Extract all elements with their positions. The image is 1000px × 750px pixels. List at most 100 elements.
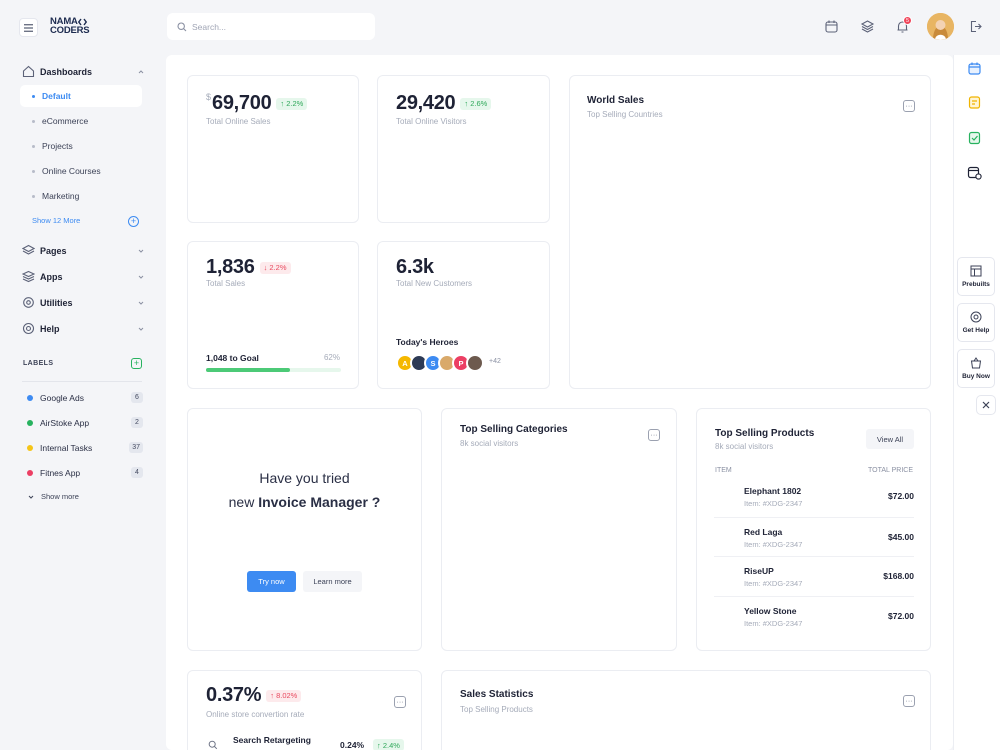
try-now-button[interactable]: Try now <box>247 571 296 592</box>
plus-icon: + <box>133 358 140 368</box>
sidebar-item-label: Help <box>40 324 60 334</box>
get-help-label: Get Help <box>962 327 990 334</box>
sidebar-item-utilities[interactable]: Utilities <box>22 294 146 312</box>
promo-line2-bold: Invoice Manager ? <box>258 494 381 510</box>
conversion-card: 0.37% ↑ 8.02% Online store convertion ra… <box>187 670 422 750</box>
currency-symbol: $ <box>206 92 212 102</box>
search-box[interactable] <box>167 13 375 40</box>
card-subtitle: 8k social visitors <box>460 439 519 448</box>
product-name: Yellow Stone <box>744 606 797 616</box>
view-all-button[interactable]: View All <box>866 429 914 449</box>
stat-card-total-sales: 1,836 ↓ 2.2% Total Sales 1,048 to Goal 6… <box>187 241 359 389</box>
delta-badge: ↑ 2.6% <box>460 97 492 110</box>
avatar[interactable] <box>927 13 954 40</box>
calendar-clock-icon[interactable] <box>967 165 982 180</box>
calendar-icon[interactable] <box>967 61 982 76</box>
learn-more-button[interactable]: Learn more <box>303 571 362 592</box>
sidebar-item-dashboards[interactable]: Dashboards <box>22 63 146 81</box>
user-avatar-icon <box>927 13 954 40</box>
show-more-link[interactable]: Show 12 More <box>32 216 80 225</box>
product-name: Red Laga <box>744 527 783 537</box>
stat-label: Total Online Visitors <box>396 117 467 126</box>
add-dashboard-button[interactable]: + <box>128 216 139 227</box>
menu-icon <box>24 23 33 32</box>
hero-avatar[interactable] <box>466 354 484 372</box>
more-options-button[interactable]: ··· <box>648 429 660 441</box>
product-name: RiseUP <box>744 566 774 576</box>
sidebar-item-marketing[interactable]: Marketing <box>20 185 142 207</box>
stat-label: Total Sales <box>206 279 246 288</box>
clipboard-check-icon[interactable] <box>967 130 982 145</box>
promo-card: Have you tried new Invoice Manager ? <box>187 408 422 651</box>
delta-badge: ↑ 2.2% <box>276 97 308 110</box>
logout-icon[interactable] <box>968 19 983 34</box>
stat-value: 0.37% <box>206 684 262 706</box>
table-row[interactable]: Yellow Stone Item: #XDG-2347 $72.00 <box>714 596 914 636</box>
label-color-dot <box>27 420 33 426</box>
gear-icon <box>23 297 34 308</box>
card-subtitle: Top Selling Products <box>460 705 533 714</box>
delta-badge: ↑ 2.4% <box>373 739 404 750</box>
sidebar-item-projects[interactable]: Projects <box>20 135 142 157</box>
label-color-dot <box>27 395 33 401</box>
card-title: Top Selling Categories <box>460 424 568 435</box>
more-options-button[interactable]: ··· <box>903 100 915 112</box>
layers-icon <box>22 244 35 255</box>
heroes-more-count[interactable]: +42 <box>489 358 501 365</box>
bullet-icon <box>32 194 35 198</box>
goal-label: 1,048 to Goal <box>206 353 259 363</box>
more-options-button[interactable]: ··· <box>903 695 915 707</box>
table-row[interactable]: Elephant 1802 Item: #XDG-2347 $72.00 <box>714 477 914 517</box>
sidebar-item-apps[interactable]: Apps <box>22 268 146 286</box>
product-item-id: Item: #XDG-2347 <box>744 579 803 588</box>
calendar-icon[interactable] <box>824 19 839 34</box>
sidebar-item-online-courses[interactable]: Online Courses <box>20 160 142 182</box>
more-options-button[interactable]: ··· <box>394 696 406 708</box>
sidebar-item-help[interactable]: Help <box>22 320 146 338</box>
dots-icon: ··· <box>905 102 913 110</box>
product-item-id: Item: #XDG-2347 <box>744 540 803 549</box>
labels-show-more-link[interactable]: Show more <box>27 492 79 501</box>
brand-logo[interactable]: NAMA CODERS <box>50 17 90 35</box>
close-toolbar-button[interactable] <box>976 395 996 415</box>
layers-icon[interactable] <box>860 19 875 34</box>
label-internal-tasks[interactable]: Internal Tasks 37 <box>27 441 143 455</box>
sidebar-item-default[interactable]: Default <box>20 85 142 107</box>
sidebar-item-ecommerce[interactable]: eCommerce <box>20 110 142 132</box>
sidebar-item-pages[interactable]: Pages <box>22 242 146 260</box>
label-name: Fitnes App <box>40 468 81 478</box>
table-row[interactable]: Red Laga Item: #XDG-2347 $45.00 <box>714 517 914 557</box>
column-header-item: ITEM <box>715 467 732 474</box>
table-row[interactable]: RiseUP Item: #XDG-2347 $168.00 <box>714 556 914 596</box>
delta-value: 2.6% <box>470 99 488 108</box>
label-google-ads[interactable]: Google Ads 6 <box>27 391 143 405</box>
promo-line2: new Invoice Manager ? <box>188 494 421 510</box>
sidebar-item-label: Default <box>42 91 71 101</box>
promo-line1: Have you tried <box>259 470 350 486</box>
delta-badge: ↑ 8.02% <box>266 689 302 702</box>
search-icon <box>177 21 187 31</box>
product-price: $72.00 <box>888 611 914 621</box>
search-input[interactable] <box>192 21 362 32</box>
label-color-dot <box>27 470 33 476</box>
prebuilts-button[interactable]: Prebuilts <box>957 257 995 296</box>
menu-toggle-button[interactable] <box>19 18 38 37</box>
get-help-button[interactable]: Get Help <box>957 303 995 342</box>
dots-icon: ··· <box>905 697 913 705</box>
goal-percent: 62% <box>323 353 340 362</box>
buy-now-button[interactable]: Buy Now <box>957 349 995 388</box>
label-airstoke-app[interactable]: AirStoke App 2 <box>27 416 143 430</box>
product-price: $45.00 <box>888 532 914 542</box>
layout-icon <box>970 265 982 277</box>
stat-value: 1,836 <box>206 256 255 278</box>
add-label-button[interactable]: + <box>131 358 142 369</box>
chevron-up-icon <box>138 70 144 74</box>
product-item-id: Item: #XDG-2347 <box>744 499 803 508</box>
notes-icon[interactable] <box>967 95 982 110</box>
stat-label: Total New Customers <box>396 279 473 288</box>
conversion-row-value: 0.24% <box>340 740 365 750</box>
stat-value: 69,700 <box>212 92 272 114</box>
sidebar-item-label: Marketing <box>42 191 80 201</box>
label-fitnes-app[interactable]: Fitnes App 4 <box>27 466 143 480</box>
label-count: 2 <box>131 417 143 428</box>
